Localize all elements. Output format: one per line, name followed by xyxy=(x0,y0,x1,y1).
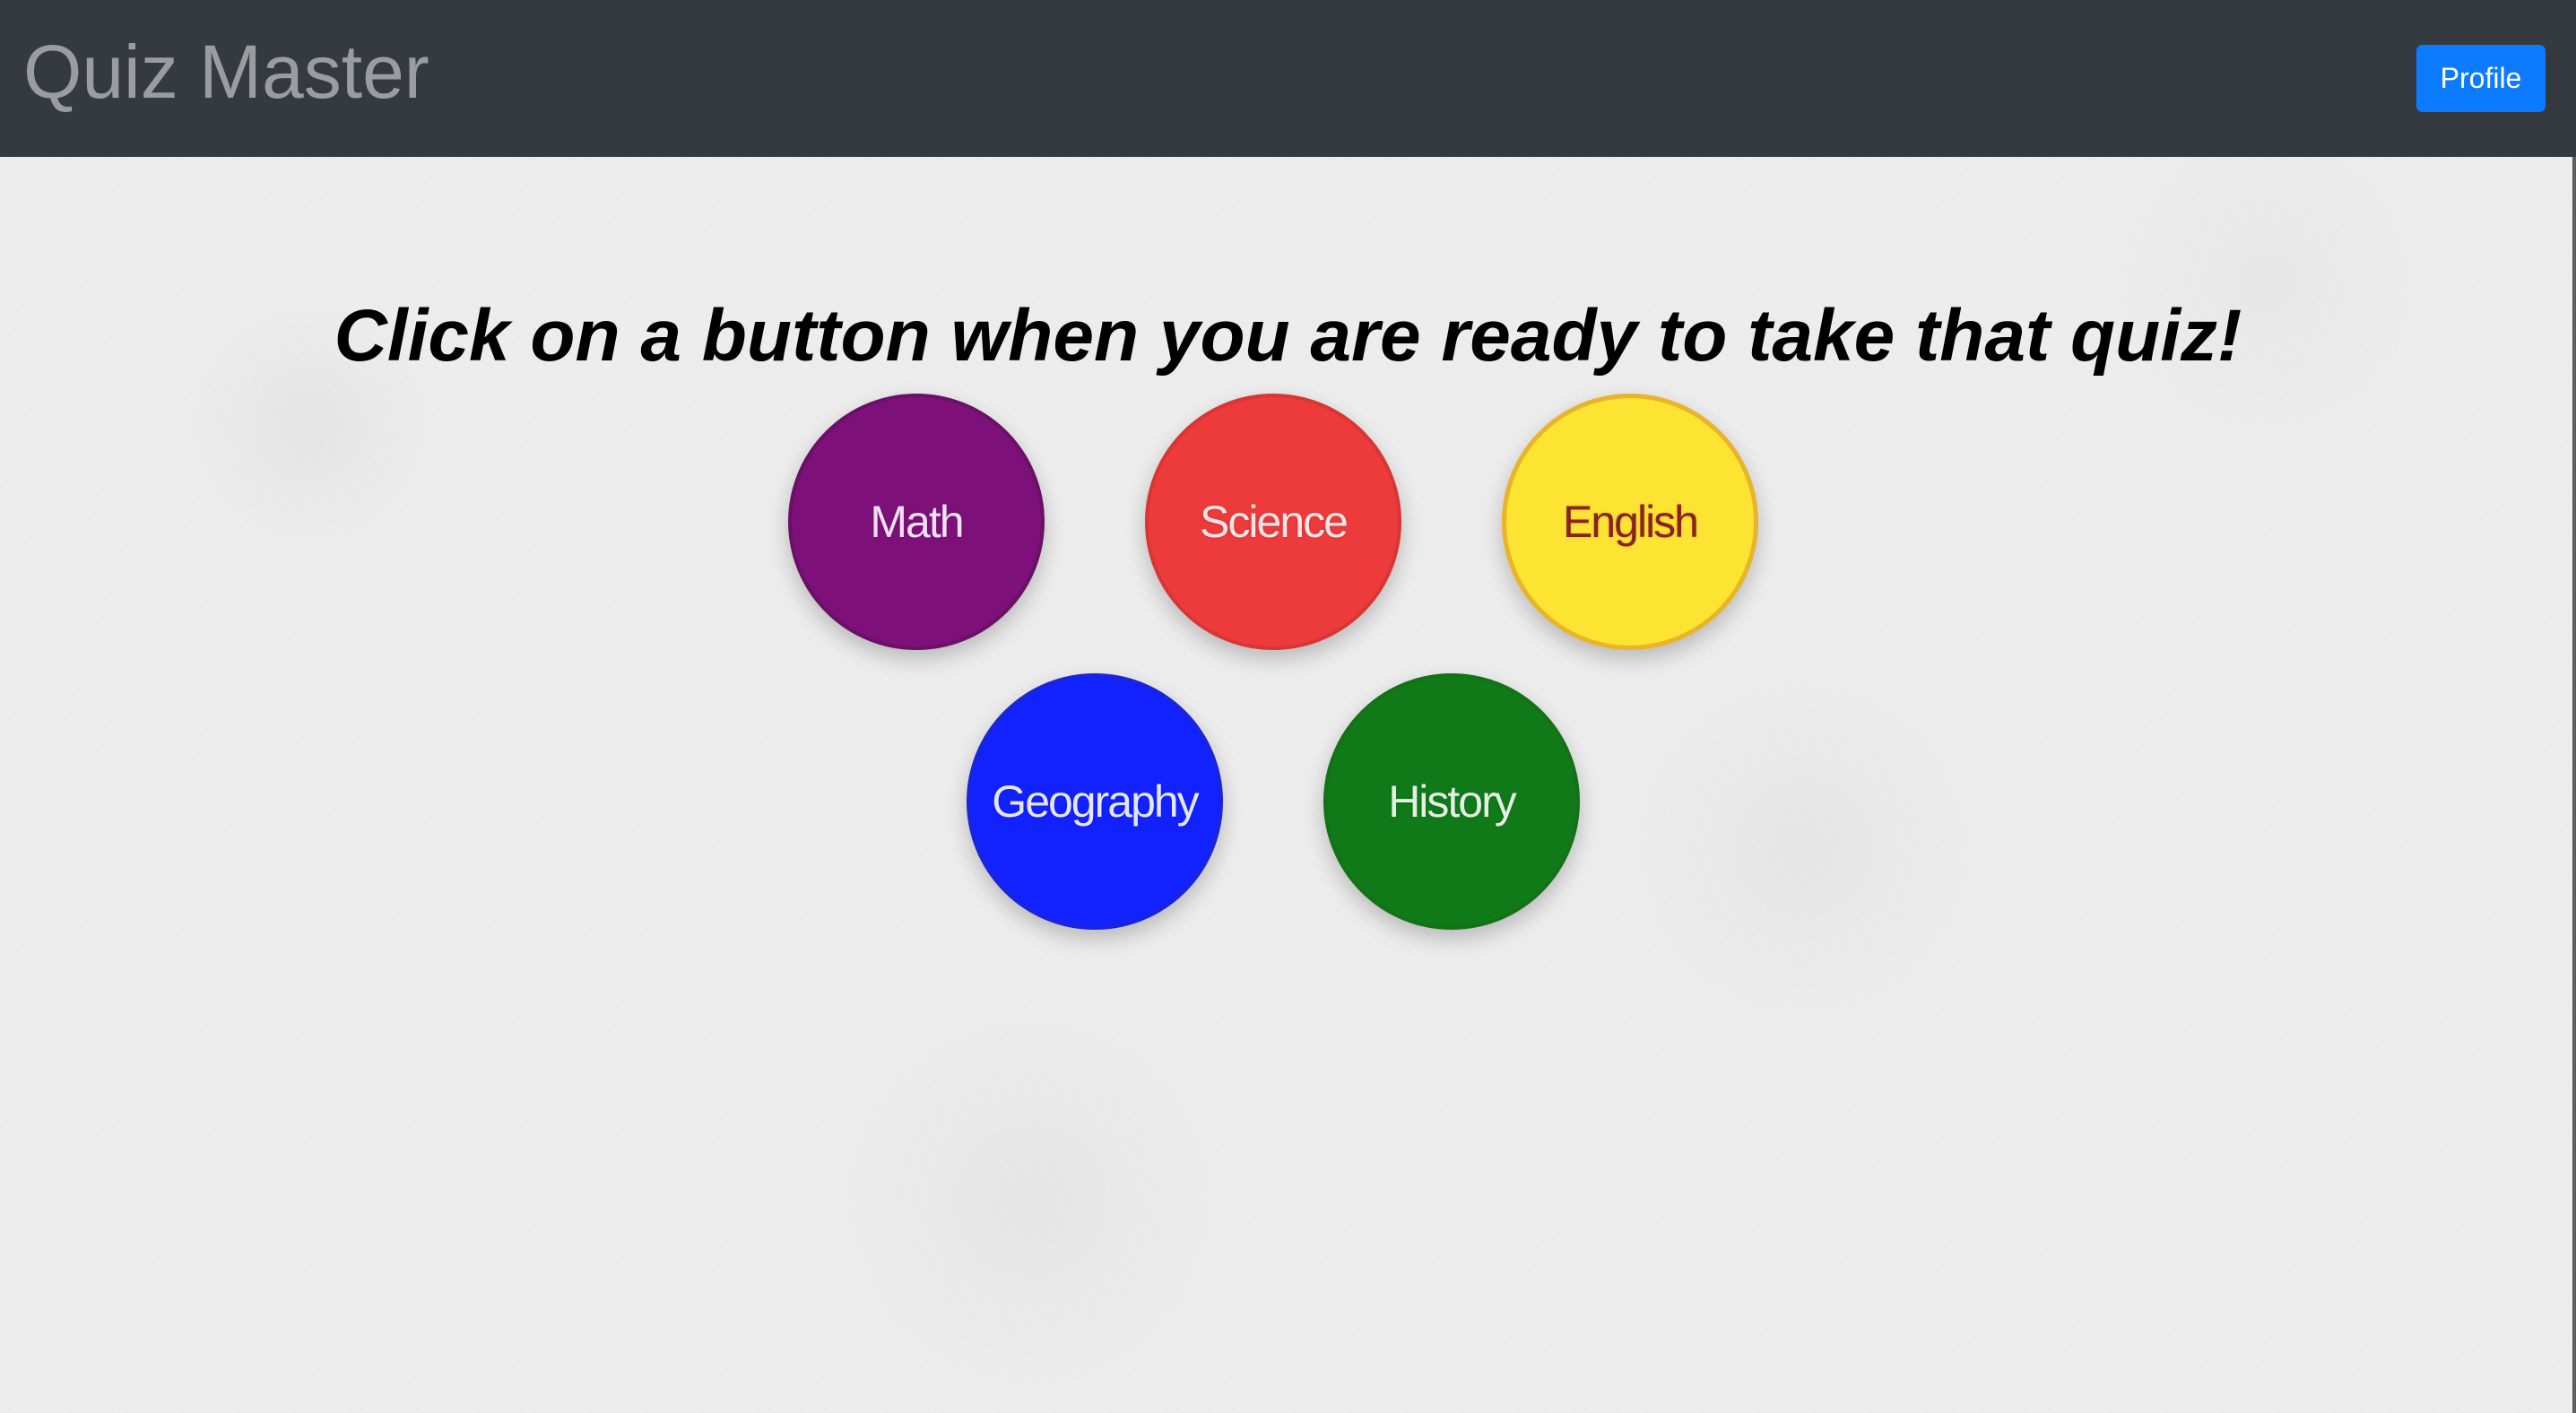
math-quiz-label: Math xyxy=(870,497,964,547)
geography-quiz-label: Geography xyxy=(992,776,1199,827)
history-quiz-label: History xyxy=(1388,776,1517,827)
brand-title[interactable]: Quiz Master xyxy=(23,27,429,117)
english-quiz-label: English xyxy=(1563,497,1699,547)
english-quiz-button[interactable]: English xyxy=(1502,394,1758,650)
geography-quiz-button[interactable]: Geography xyxy=(967,673,1223,930)
page-title: Click on a button when you are ready to … xyxy=(334,294,2242,377)
science-quiz-button[interactable]: Science xyxy=(1145,394,1401,650)
science-quiz-label: Science xyxy=(1200,497,1349,547)
history-quiz-button[interactable]: History xyxy=(1323,673,1580,930)
top-navbar: Quiz Master Profile xyxy=(0,0,2576,157)
math-quiz-button[interactable]: Math xyxy=(788,394,1045,650)
profile-button[interactable]: Profile xyxy=(2416,45,2546,112)
